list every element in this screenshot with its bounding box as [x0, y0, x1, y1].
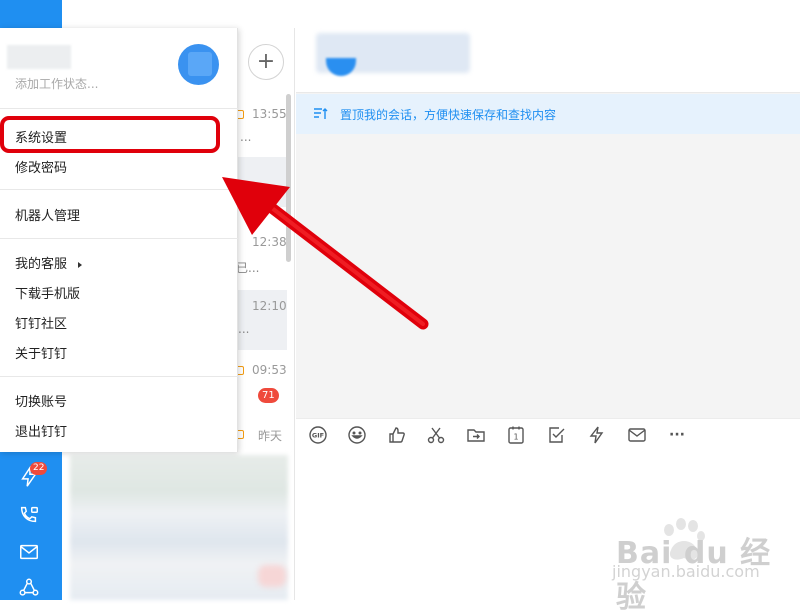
menu-item-change-password[interactable]: 修改密码 [15, 157, 67, 176]
workspace-icon[interactable] [18, 577, 42, 601]
menu-divider [0, 376, 238, 377]
conversation-selected-row[interactable] [237, 157, 287, 207]
conversation-tag-icon [238, 366, 244, 375]
menu-divider [0, 189, 238, 190]
file-transfer-icon[interactable] [464, 423, 488, 447]
conversation-time: 13:55 [252, 107, 287, 121]
conversation-snippet: ... [238, 322, 250, 336]
conversation-time: 昨天 [258, 429, 283, 443]
conversation-tag-icon [238, 110, 244, 119]
blurred-conversations [70, 455, 288, 600]
menu-item-switch-account[interactable]: 切换账号 [15, 391, 67, 410]
ding-count-badge: 22 [30, 462, 48, 475]
menu-item-logout[interactable]: 退出钉钉 [15, 421, 67, 440]
unread-count-badge: 71 [258, 388, 279, 403]
add-conversation-button[interactable]: + [248, 44, 284, 80]
menu-item-community[interactable]: 钉钉社区 [15, 313, 67, 332]
menu-item-about[interactable]: 关于钉钉 [15, 343, 67, 362]
mail-icon[interactable] [625, 423, 649, 447]
menu-divider [0, 238, 238, 239]
svg-text:1: 1 [513, 433, 518, 442]
profile-name-blurred [7, 45, 71, 69]
menu-item-download-mobile[interactable]: 下载手机版 [15, 283, 80, 302]
gif-icon[interactable]: GIF [306, 423, 330, 447]
menu-divider [0, 108, 238, 109]
submenu-arrow-icon [78, 262, 82, 268]
conversation-time: 12:38 [252, 235, 287, 249]
calendar-icon[interactable]: 1 [504, 423, 528, 447]
phone-video-icon[interactable] [18, 504, 42, 528]
conversation-time: 09:53 [252, 363, 287, 377]
mail-nav-icon[interactable] [18, 541, 42, 565]
conversation-snippet: 已... [236, 261, 260, 275]
work-status-input[interactable]: 添加工作状态... [15, 75, 98, 92]
highlight-box [0, 116, 220, 153]
scissors-icon[interactable] [424, 423, 448, 447]
svg-text:GIF: GIF [312, 432, 324, 440]
checkbox-icon[interactable] [545, 423, 569, 447]
menu-item-customer-service[interactable]: 我的客服 [15, 253, 67, 272]
more-icon[interactable]: ··· [665, 423, 689, 447]
list-scrollbar[interactable] [286, 94, 291, 262]
pin-list-icon [312, 106, 328, 122]
pin-tip-bar[interactable]: 置顶我的会话，方便快速保存和查找内容 [296, 94, 800, 134]
thumbs-up-icon[interactable] [385, 423, 409, 447]
pin-tip-text: 置顶我的会话，方便快速保存和查找内容 [340, 108, 557, 122]
ding-icon[interactable] [585, 423, 609, 447]
title-bar [62, 0, 800, 28]
conversation-snippet: ... [240, 130, 252, 144]
menu-item-robot-management[interactable]: 机器人管理 [15, 205, 80, 224]
avatar[interactable] [178, 44, 219, 85]
conversation-time: 12:10 [252, 299, 287, 313]
watermark-url: jingyan.baidu.com [612, 562, 760, 581]
emoji-icon[interactable] [345, 423, 369, 447]
blurred-badge [258, 565, 286, 587]
conversation-tag-icon [238, 430, 244, 439]
